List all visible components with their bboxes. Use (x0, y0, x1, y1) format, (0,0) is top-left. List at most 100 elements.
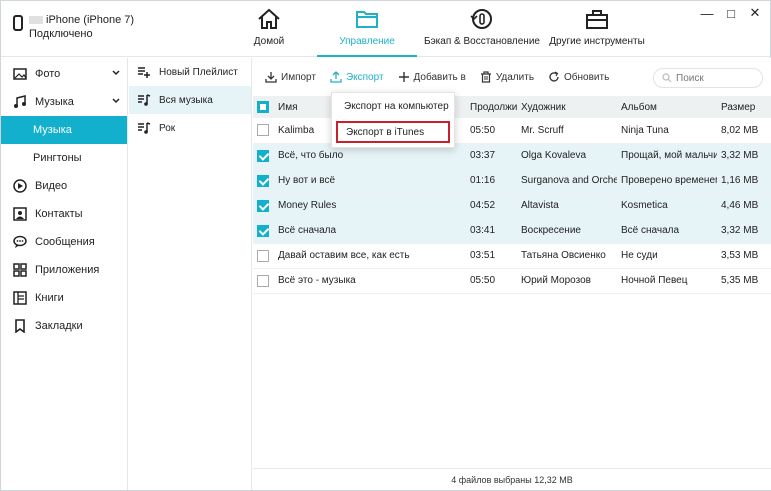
table-row[interactable]: Всё сначала 03:41 Воскресение Всё сначала 3,… (253, 218, 771, 243)
song-duration: 03:51 (470, 250, 496, 261)
nav-home[interactable]: Домой (241, 1, 297, 57)
sidebar-item-photo[interactable]: Фото (1, 60, 127, 88)
maximize-icon[interactable]: □ (724, 6, 738, 21)
song-artist: Olga Kovaleva (521, 150, 587, 161)
export-dropdown: Экспорт на компьютер Экспорт в iTunes (331, 92, 455, 148)
search-box[interactable] (653, 68, 763, 88)
playlist-all-music[interactable]: Вся музыка (129, 86, 251, 114)
playlist-icon (138, 94, 151, 106)
playlist-new[interactable]: Новый Плейлист (129, 58, 251, 86)
chevron-down-icon[interactable] (111, 96, 121, 106)
row-checkbox[interactable] (257, 174, 269, 187)
sidebar-item-ringtones[interactable]: Рингтоны (1, 144, 127, 172)
sidebar-item-apps[interactable]: Приложения (1, 256, 127, 284)
sidebar-item-video[interactable]: Видео (1, 172, 127, 200)
menu-item-label: Экспорт в iTunes (346, 126, 425, 138)
table-row[interactable]: Ну вот и всё 01:16 Surganova and Orches...… (253, 168, 771, 193)
export-label: Экспорт (345, 71, 384, 83)
table-row[interactable]: Всё это - музыка 05:50 Юрий Морозов Ночной … (253, 268, 771, 293)
sidebar-item-label: Книги (35, 292, 64, 304)
column-header-size[interactable]: Размер (717, 96, 771, 118)
refresh-label: Обновить (564, 71, 610, 83)
sidebar-item-label: Видео (35, 180, 68, 192)
column-header-artist[interactable]: Художник (517, 96, 617, 118)
selection-status: 4 файлов выбраны 12,32 MB (451, 474, 573, 485)
song-artist: Татьяна Овсиенко (521, 250, 606, 261)
column-header-album[interactable]: Альбом (617, 96, 717, 118)
plus-icon (398, 72, 409, 82)
import-button[interactable]: Импорт (265, 71, 316, 83)
sidebar-item-label: Закладки (35, 320, 83, 332)
nav-backup[interactable]: Бэкап & Восстановление (417, 1, 547, 57)
nav-tools[interactable]: Другие инструменты (547, 1, 647, 57)
song-duration: 03:37 (470, 150, 496, 161)
column-header-duration[interactable]: Продолжи... (466, 96, 517, 118)
row-checkbox[interactable] (257, 149, 269, 162)
add-to-label: Добавить в (413, 71, 466, 83)
sidebar-item-books[interactable]: Книги (1, 284, 127, 312)
apps-icon (13, 263, 27, 277)
song-size: 8,02 MB (721, 124, 759, 136)
row-checkbox[interactable] (257, 224, 269, 237)
chevron-down-icon[interactable] (111, 68, 121, 78)
song-name: Всё сначала (278, 225, 337, 236)
redacted-name (29, 16, 43, 25)
export-to-computer-item[interactable]: Экспорт на компьютер (332, 93, 454, 119)
window-controls: — □ ✕ (700, 5, 762, 21)
delete-button[interactable]: Удалить (480, 71, 534, 83)
sidebar-item-contacts[interactable]: Контакты (1, 200, 127, 228)
row-checkbox[interactable] (257, 124, 269, 137)
song-artist: Юрий Морозов (521, 275, 591, 286)
sidebar: Фото Музыка Музыка Рингтоны Видео Контак… (1, 58, 128, 490)
sidebar-item-music[interactable]: Музыка (1, 88, 127, 116)
export-button[interactable]: Экспорт (330, 71, 384, 83)
add-to-button[interactable]: Добавить в (398, 71, 466, 83)
row-checkbox[interactable] (257, 249, 269, 262)
song-duration: 04:52 (470, 200, 496, 211)
nav-tools-label: Другие инструменты (549, 36, 645, 47)
books-icon (13, 291, 27, 305)
nav-manage[interactable]: Управление (317, 1, 417, 57)
song-album: Всё сначала (621, 225, 680, 236)
sidebar-item-label: Рингтоны (33, 152, 82, 164)
sidebar-item-bookmarks[interactable]: Закладки (1, 312, 127, 340)
select-all-checkbox[interactable] (257, 101, 269, 113)
close-icon[interactable]: ✕ (748, 5, 762, 20)
sidebar-item-label: Музыка (35, 96, 74, 108)
refresh-button[interactable]: Обновить (548, 71, 609, 83)
song-name: Всё это - музыка (278, 275, 356, 286)
song-artist: Surganova and Orches... (521, 175, 617, 186)
playlist-rock[interactable]: Рок (129, 114, 251, 142)
row-checkbox[interactable] (257, 274, 269, 287)
song-size: 5,35 MB (721, 275, 759, 286)
table-row[interactable]: Money Rules 04:52 Altavista Kosmetica 4,46 M… (253, 193, 771, 218)
sidebar-item-label: Сообщения (35, 236, 95, 248)
sidebar-item-music-sub[interactable]: Музыка (1, 116, 127, 144)
search-input[interactable] (676, 72, 756, 84)
export-to-itunes-item[interactable]: Экспорт в iTunes (336, 121, 450, 143)
song-duration: 03:41 (470, 225, 496, 236)
song-size: 1,16 MB (721, 175, 759, 186)
song-duration: 01:16 (470, 175, 496, 186)
song-size: 4,46 MB (721, 200, 759, 211)
export-icon (330, 71, 342, 83)
main-nav: Домой Управление Бэкап & Восстановление … (241, 1, 647, 57)
messages-icon (13, 235, 27, 249)
song-name: Ну вот и всё (278, 175, 336, 186)
contacts-icon (13, 207, 27, 221)
sidebar-item-messages[interactable]: Сообщения (1, 228, 127, 256)
search-icon (662, 73, 672, 83)
song-artist: Воскресение (521, 225, 581, 236)
home-icon (258, 8, 280, 29)
backup-icon (470, 9, 492, 29)
song-album: Не суди (621, 250, 658, 261)
song-size: 3,53 MB (721, 250, 759, 261)
folder-icon (356, 11, 378, 28)
header: iPhone (iPhone 7) Подключено Домой Управ… (1, 1, 770, 57)
minimize-icon[interactable]: — (700, 6, 714, 21)
table-row[interactable]: Давай оставим все, как есть 03:51 Татьяна … (253, 243, 771, 268)
song-album: Проверено временем... (621, 175, 717, 186)
row-checkbox[interactable] (257, 199, 269, 212)
photo-icon (13, 67, 27, 81)
song-name: Money Rules (278, 200, 337, 211)
